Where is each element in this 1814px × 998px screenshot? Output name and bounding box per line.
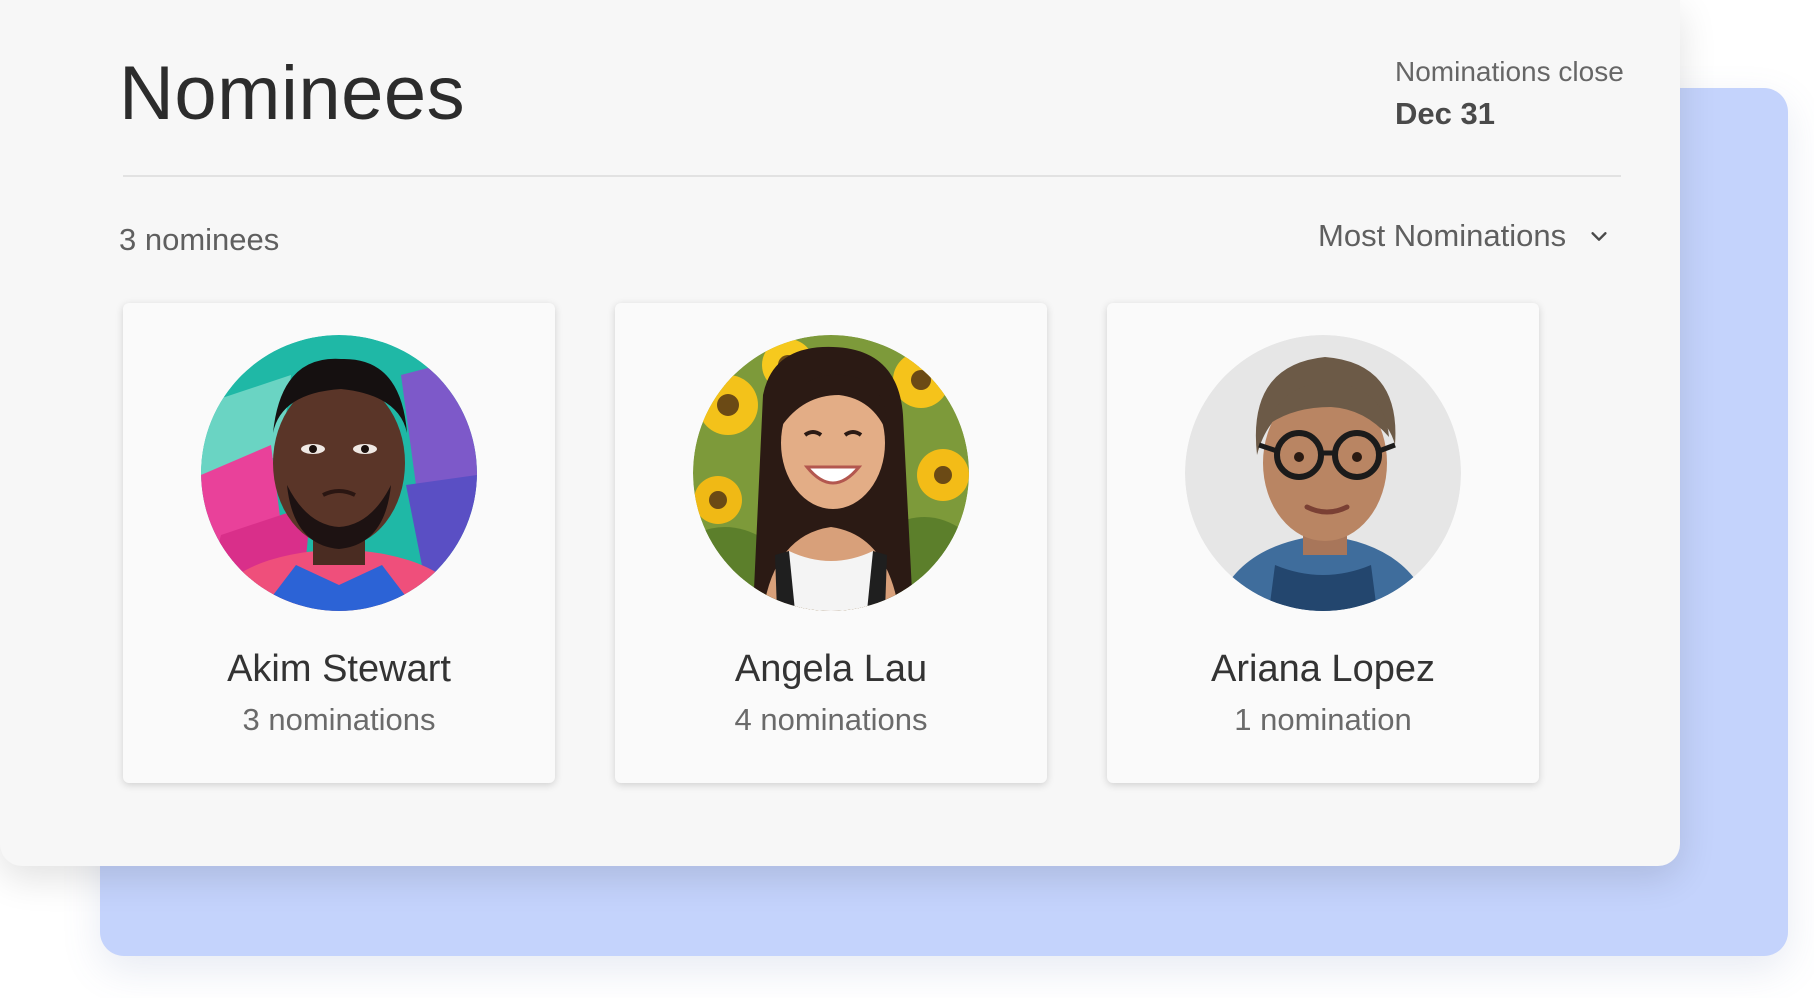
nomination-count: 1 nomination: [1234, 701, 1412, 737]
avatar: [693, 335, 969, 611]
nominees-panel: Nominees Nominations close Dec 31 3 nomi…: [0, 0, 1680, 866]
nomination-count: 3 nominations: [242, 701, 436, 737]
sort-dropdown-label: Most Nominations: [1318, 218, 1567, 253]
nomination-count: 4 nominations: [734, 701, 928, 737]
nominee-card[interactable]: Angela Lau 4 nominations: [615, 303, 1047, 783]
page-title: Nominees: [119, 51, 466, 136]
avatar: [201, 335, 477, 611]
header-divider: [123, 175, 1621, 177]
sort-dropdown[interactable]: Most Nominations: [1318, 218, 1610, 254]
chevron-down-icon: [1591, 232, 1607, 241]
avatar: [1185, 335, 1461, 611]
nominee-card[interactable]: Ariana Lopez 1 nomination: [1107, 303, 1539, 783]
nominees-screen: Nominees Nominations close Dec 31 3 nomi…: [0, 0, 1814, 998]
nominee-card[interactable]: Akim Stewart 3 nominations: [123, 303, 555, 783]
nominations-close-info: Nominations close Dec 31: [1395, 54, 1635, 132]
nominee-card-list: Akim Stewart 3 nominations Angela Lau 4 …: [123, 303, 1539, 783]
nominee-count: 3 nominees: [119, 222, 280, 257]
nominee-name: Akim Stewart: [227, 648, 451, 690]
nominee-name: Angela Lau: [734, 648, 928, 690]
nominations-close-label: Nominations close: [1395, 56, 1624, 87]
nominee-name: Ariana Lopez: [1211, 648, 1435, 690]
nominations-close-date: Dec 31: [1395, 96, 1495, 131]
